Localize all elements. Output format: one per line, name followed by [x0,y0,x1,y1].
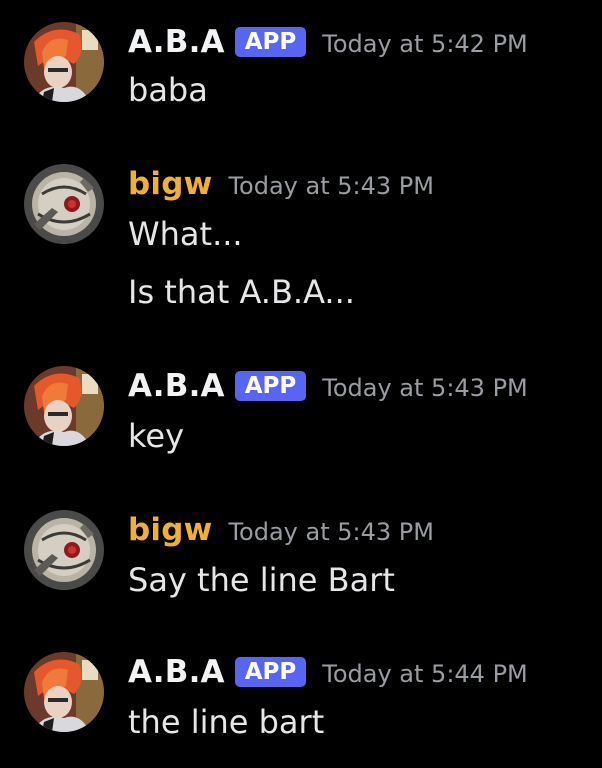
username[interactable]: A.B.A [128,24,225,60]
timestamp: Today at 5:44 PM [322,660,528,688]
username[interactable]: bigw [128,166,212,202]
message-header: A.B.A APP Today at 5:43 PM [128,366,528,406]
username[interactable]: bigw [128,512,212,548]
message-header: A.B.A APP Today at 5:42 PM [128,22,528,62]
message-header: bigw Today at 5:43 PM [128,164,434,204]
message-header: A.B.A APP Today at 5:44 PM [128,652,528,692]
avatar[interactable] [24,164,104,244]
avatar[interactable] [24,366,104,446]
username[interactable]: A.B.A [128,654,225,690]
message-text: Is that A.B.A... [128,273,355,311]
avatar[interactable] [24,652,104,732]
message-text: baba [128,71,208,109]
aba-avatar-icon [24,366,104,446]
timestamp: Today at 5:42 PM [322,30,528,58]
message-text: key [128,417,185,455]
avatar[interactable] [24,510,104,590]
message-header: bigw Today at 5:43 PM [128,510,434,550]
username[interactable]: A.B.A [128,368,225,404]
aba-avatar-icon [24,22,104,102]
app-badge: APP [234,27,307,57]
timestamp: Today at 5:43 PM [228,518,434,546]
message-feed: A.B.A APP Today at 5:42 PM baba bigw Tod… [0,0,602,768]
aba-avatar-icon [24,652,104,732]
avatar[interactable] [24,22,104,102]
timestamp: Today at 5:43 PM [228,172,434,200]
timestamp: Today at 5:43 PM [322,374,528,402]
bigw-avatar-icon [24,164,104,244]
bigw-avatar-icon [24,510,104,590]
message-text: What... [128,215,243,253]
message-text: the line bart [128,703,325,741]
message-text: Say the line Bart [128,561,395,599]
app-badge: APP [234,371,307,401]
app-badge: APP [234,657,307,687]
